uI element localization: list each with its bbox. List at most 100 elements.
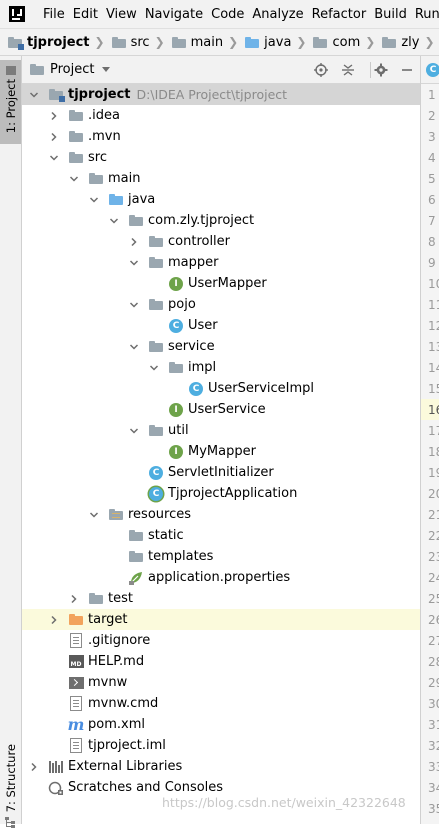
tree-node-label: target [88,612,128,627]
tree-node[interactable]: pojo [22,294,420,315]
tree-node[interactable]: C ServletInitializer [22,462,420,483]
settings-icon[interactable] [373,62,389,78]
tree-node[interactable]: static [22,525,420,546]
chevron-down-icon[interactable] [88,509,100,521]
chevron-right-icon[interactable] [68,593,80,605]
tree-node[interactable]: com.zly.tjproject [22,210,420,231]
tree-node[interactable]: tjproject D:\IDEA Project\tjproject [22,84,420,105]
line-number: 11 [428,297,439,312]
tree-node[interactable]: External Libraries [22,756,420,777]
tree-node[interactable]: target [22,609,420,630]
menu-run[interactable]: Run [411,7,439,22]
breadcrumb-item-zly[interactable]: zly [382,35,419,50]
breadcrumb-item-main[interactable]: main [171,34,224,50]
line-number: 19 [428,465,439,480]
breadcrumb-item-com[interactable]: com [313,35,360,50]
chevron-down-icon[interactable] [108,215,120,227]
line-number: 31 [428,717,439,732]
tree-node[interactable]: impl [22,357,420,378]
structure-tool-tab[interactable]: 7: Structure [0,744,21,828]
tree-node[interactable]: mvnw.cmd [22,693,420,714]
tree-node-label: .mvn [88,129,121,144]
breadcrumb-item-src[interactable]: src [111,35,150,50]
spring-properties-icon [128,570,144,586]
tree-node[interactable]: I UserMapper [22,273,420,294]
tree-node[interactable]: service [22,336,420,357]
chevron-down-icon[interactable] [128,299,140,311]
chevron-down-icon[interactable] [128,425,140,437]
tree-node-label: resources [128,507,192,522]
tree-node[interactable]: mvnw [22,672,420,693]
line-number: 7 [428,213,436,228]
tree-node[interactable]: C UserServiceImpl [22,378,420,399]
minimize-icon[interactable] [399,62,415,78]
menu-file[interactable]: File [39,7,69,22]
chevron-down-icon[interactable] [48,152,60,164]
project-view-selector[interactable]: Project [30,62,111,77]
tree-node[interactable]: test [22,588,420,609]
folder-icon [128,213,144,229]
chevron-down-icon[interactable] [68,173,80,185]
tree-node[interactable]: I UserService [22,399,420,420]
menu-refactor[interactable]: Refactor [308,7,371,22]
tree-node[interactable]: .idea [22,105,420,126]
tree-node[interactable]: controller [22,231,420,252]
chevron-right-icon[interactable] [128,236,140,248]
text-file-icon [68,738,84,754]
tree-node[interactable]: resources [22,504,420,525]
menu-code[interactable]: Code [207,7,248,22]
line-number: 30 [428,696,439,711]
chevron-right-icon[interactable] [48,110,60,122]
class-icon: C [188,381,204,397]
resources-folder-icon [108,507,124,523]
tree-node[interactable]: .gitignore [22,630,420,651]
tree-node[interactable]: .mvn [22,126,420,147]
breadcrumb-item-java[interactable]: java [245,35,291,50]
tree-node[interactable]: I MyMapper [22,441,420,462]
breadcrumb-item-tjproject[interactable]: tjproject [8,35,90,50]
tree-node[interactable]: MD HELP.md [22,651,420,672]
tree-node[interactable]: src [22,147,420,168]
breadcrumb-label: main [190,34,224,50]
tree-node[interactable]: application.properties [22,567,420,588]
tree-node[interactable]: m pom.xml [22,714,420,735]
tree-node[interactable]: java [22,189,420,210]
tree-node-label: main [108,171,141,186]
chevron-right-icon: ❯ [365,35,376,49]
chevron-right-icon[interactable] [48,614,60,626]
menu-navigate[interactable]: Navigate [141,7,207,22]
chevron-right-icon[interactable] [28,761,40,773]
menu-edit[interactable]: Edit [69,7,102,22]
chevron-down-icon[interactable] [148,362,160,374]
chevron-down-icon[interactable] [28,89,40,101]
tree-node-label: templates [148,549,214,564]
tree-node[interactable]: mapper [22,252,420,273]
project-tool-tab[interactable]: 1: Project [0,60,21,144]
class-icon: C [148,465,164,481]
menu-build[interactable]: Build [370,7,411,22]
chevron-right-icon: ❯ [94,35,105,49]
chevron-right-icon[interactable] [48,131,60,143]
tree-node[interactable]: main [22,168,420,189]
editor-tab[interactable]: C [421,56,439,84]
menu-view[interactable]: View [102,7,141,22]
tree-node[interactable]: tjproject.iml [22,735,420,756]
chevron-down-icon[interactable] [88,194,100,206]
collapse-all-icon[interactable] [340,62,356,78]
folder-icon [171,36,186,48]
tree-node-label: HELP.md [88,654,145,669]
tree-node[interactable]: util [22,420,420,441]
locate-icon[interactable] [313,62,329,78]
line-number: 36 [421,819,439,825]
header-divider [370,62,371,78]
breadcrumb-label: java [264,34,292,50]
tree-node[interactable]: C User [22,315,420,336]
breadcrumb-label: com [332,34,361,50]
tree-node[interactable]: C TjprojectApplication [22,483,420,504]
chevron-down-icon[interactable] [128,341,140,353]
line-number: 21 [428,507,439,522]
tree-node[interactable]: templates [22,546,420,567]
menu-analyze[interactable]: Analyze [248,7,307,22]
chevron-down-icon[interactable] [128,257,140,269]
interface-icon: I [168,276,184,292]
